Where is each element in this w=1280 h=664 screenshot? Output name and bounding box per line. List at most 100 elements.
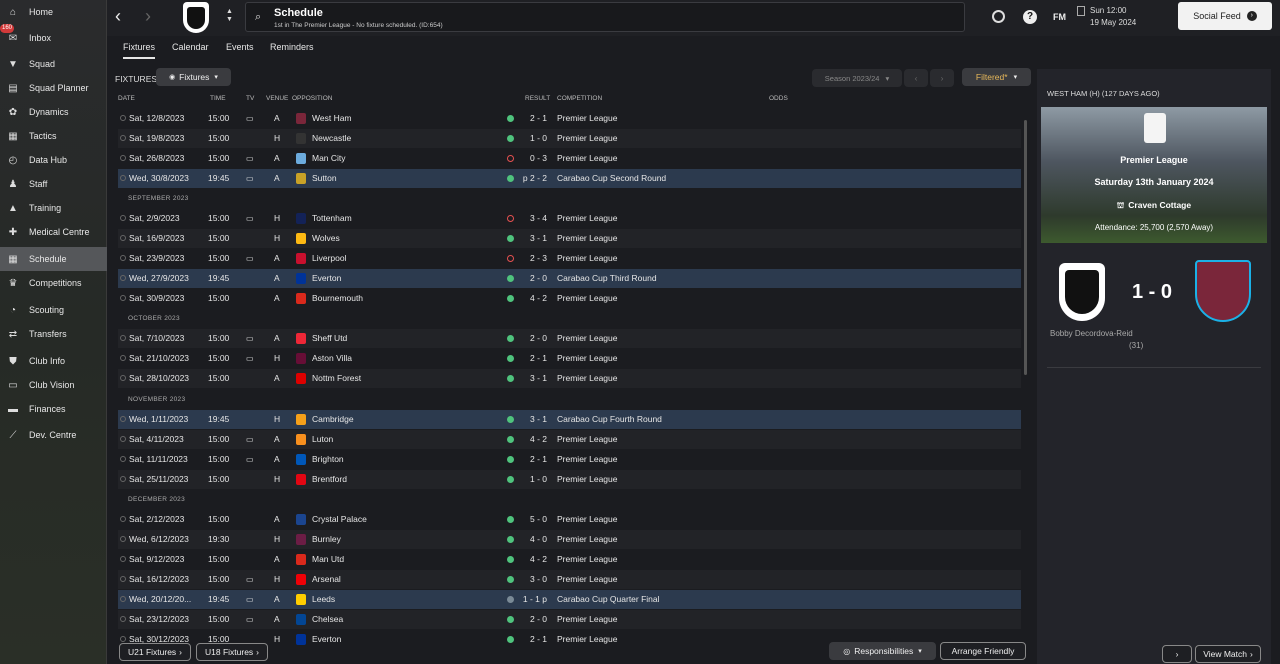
table-row[interactable]: Wed, 1/11/2023 19:45 H Cambridge 3 - 1 Caraba… [118, 410, 1021, 429]
sidebar-item-dynamics[interactable]: ✿ Dynamics [0, 100, 107, 124]
filter-button[interactable]: Filtered* ▾ [962, 68, 1031, 86]
scrollbar[interactable] [1024, 120, 1027, 375]
table-row[interactable]: Wed, 6/12/2023 19:30 H Burnley 4 - 0 Premier … [118, 530, 1021, 549]
col-tv[interactable]: TV [246, 95, 254, 102]
help-icon[interactable]: ? [1023, 10, 1037, 24]
month-header: DECEMBER 2023 [128, 496, 186, 503]
fixture-date: Sat, 25/11/2023 [129, 474, 189, 484]
club-badge-icon[interactable] [992, 10, 1005, 23]
table-row[interactable]: Sat, 4/11/2023 15:00 ▭ A Luton 4 - 2 Premier L… [118, 430, 1021, 449]
sidebar-item-data-hub[interactable]: ◴ Data Hub [0, 148, 107, 172]
table-row[interactable]: Sat, 7/10/2023 15:00 ▭ A Sheff Utd 2 - 0 Premi… [118, 329, 1021, 348]
sidebar-item-home[interactable]: ⌂ Home [0, 0, 107, 24]
fixture-venue: A [274, 173, 280, 183]
view-select[interactable]: ◉ Fixtures ▾ [156, 68, 231, 86]
away-crest[interactable] [1195, 260, 1251, 322]
month-header: SEPTEMBER 2023 [128, 195, 189, 202]
opponent-crest-icon [296, 333, 306, 344]
row-status-icon [120, 235, 126, 241]
fm-logo[interactable]: FM [1053, 12, 1066, 22]
table-row[interactable]: Wed, 27/9/2023 19:45 A Everton 2 - 0 Carabao … [118, 269, 1021, 288]
tab-calendar[interactable]: Calendar [172, 42, 209, 52]
sidebar-item-club-info[interactable]: ⛊ Club Info [0, 349, 107, 373]
sidebar-item-transfers[interactable]: ⇄ Transfers [0, 322, 107, 346]
fixture-result: 2 - 1 [529, 113, 547, 123]
sidebar-item-club-vision[interactable]: ▭ Club Vision [0, 373, 107, 397]
win-result-icon [507, 355, 514, 362]
sidebar-item-inbox[interactable]: ✉ 160 Inbox [0, 24, 107, 50]
tab-events[interactable]: Events [226, 42, 254, 52]
fixture-result: 3 - 0 [529, 574, 547, 584]
table-row[interactable]: Sat, 28/10/2023 15:00 A Nottm Forest 3 - 1 Pr… [118, 369, 1021, 388]
sidebar-item-medical-centre[interactable]: ✚ Medical Centre [0, 220, 107, 244]
view-match-button[interactable]: View Match › [1195, 645, 1261, 663]
tv-icon: ▭ [246, 174, 254, 183]
col-competition[interactable]: COMPETITION [557, 95, 602, 102]
col-odds[interactable]: ODDS [769, 95, 788, 102]
col-result[interactable]: RESULT [525, 95, 550, 102]
col-venue[interactable]: VENUE [266, 95, 288, 102]
home-crest[interactable] [1059, 263, 1105, 321]
sidebar-item-dev-centre[interactable]: ⟋ Dev. Centre [0, 423, 107, 447]
table-row[interactable]: Sat, 23/12/2023 15:00 ▭ A Chelsea 2 - 0 Premie… [118, 610, 1021, 629]
tab-reminders[interactable]: Reminders [270, 42, 314, 52]
club-crest[interactable] [183, 2, 209, 33]
sidebar-item-squad-planner[interactable]: ▤ Squad Planner [0, 76, 107, 100]
row-status-icon [120, 456, 126, 462]
col-opposition[interactable]: OPPOSITION [292, 95, 332, 102]
opponent-crest-icon [296, 253, 306, 264]
fixture-competition: Carabao Cup Fourth Round [557, 414, 662, 424]
scouting-icon: ◔ [9, 304, 17, 316]
sidebar-item-training[interactable]: ▲ Training [0, 196, 107, 220]
table-row[interactable]: Sat, 19/8/2023 15:00 H Newcastle 1 - 0 Premie… [118, 129, 1021, 148]
table-row[interactable]: Sat, 30/9/2023 15:00 A Bournemouth 4 - 2 Prem… [118, 289, 1021, 308]
season-next-button[interactable]: › [930, 69, 954, 87]
table-row[interactable]: Sat, 2/12/2023 15:00 A Crystal Palace 5 - 0 P… [118, 510, 1021, 529]
table-row[interactable]: Sat, 25/11/2023 15:00 H Brentford 1 - 0 Premi… [118, 470, 1021, 489]
table-row[interactable]: Sat, 16/9/2023 15:00 H Wolves 3 - 1 Premier L… [118, 229, 1021, 248]
home-crest-inner [1065, 270, 1099, 314]
u21-fixtures-button[interactable]: U21 Fixtures › [119, 643, 191, 661]
club-switch-icon[interactable]: ▲ ▼ [226, 8, 233, 24]
season-select[interactable]: Season 2023/24 ▾ [812, 69, 902, 87]
win-result-icon [507, 456, 514, 463]
tab-fixtures[interactable]: Fixtures [123, 42, 156, 59]
sidebar-item-staff[interactable]: ♟ Staff [0, 172, 107, 196]
table-row[interactable]: Sat, 23/9/2023 15:00 ▭ A Liverpool 2 - 3 Premi… [118, 249, 1021, 268]
panel-next-button[interactable]: › [1162, 645, 1192, 663]
sidebar-item-tactics[interactable]: ▦ Tactics [0, 124, 107, 148]
continue-button[interactable]: Social Feed › [1178, 2, 1272, 30]
arrange-friendly-button[interactable]: Arrange Friendly [940, 642, 1026, 660]
fixture-venue: H [274, 213, 281, 223]
table-row[interactable]: Wed, 20/12/20... 19:45 ▭ A Leeds 1 - 1 p Carab… [118, 590, 1021, 609]
table-row[interactable]: Sat, 11/11/2023 15:00 ▭ A Brighton 2 - 1 Premi… [118, 450, 1021, 469]
sidebar-item-competitions[interactable]: ♛ Competitions [0, 271, 107, 295]
responsibilities-button[interactable]: ◎ Responsibilities ▾ [829, 642, 936, 660]
fixture-result: 2 - 0 [529, 614, 547, 624]
col-date[interactable]: DATE [118, 95, 135, 102]
responsibilities-label: Responsibilities [854, 646, 914, 656]
table-row[interactable]: Sat, 26/8/2023 15:00 ▭ A Man City 0 - 3 Premie… [118, 149, 1021, 168]
table-row[interactable]: Sat, 16/12/2023 15:00 ▭ H Arsenal 3 - 0 Premie… [118, 570, 1021, 589]
u18-label: U18 Fixtures [204, 647, 254, 657]
table-row[interactable]: Sat, 12/8/2023 15:00 ▭ A West Ham 2 - 1 Premie… [118, 109, 1021, 128]
table-row[interactable]: Sat, 9/12/2023 15:00 A Man Utd 4 - 2 Premier … [118, 550, 1021, 569]
fixture-competition: Premier League [557, 614, 618, 624]
fixture-time: 15:00 [208, 454, 230, 464]
col-time[interactable]: TIME [210, 95, 226, 102]
sidebar-item-scouting[interactable]: ◔ Scouting [0, 298, 107, 322]
sidebar-item-squad[interactable]: ▼ Squad [0, 52, 107, 76]
fixture-result: p 2 - 2 [522, 173, 547, 183]
search-bar[interactable]: ⌕ Schedule 1st in The Premier League - N… [245, 2, 965, 32]
back-arrow-icon[interactable]: ‹ [115, 6, 121, 27]
table-row[interactable]: Wed, 30/8/2023 19:45 ▭ A Sutton p 2 - 2 Caraba… [118, 169, 1021, 188]
sidebar-item-finances[interactable]: ▬ Finances [0, 397, 107, 421]
table-row[interactable]: Sat, 2/9/2023 15:00 ▭ H Tottenham 3 - 4 Premie… [118, 209, 1021, 228]
opponent-crest-icon [296, 173, 306, 184]
table-row[interactable]: Sat, 21/10/2023 15:00 ▭ H Aston Villa 2 - 1 Pr… [118, 349, 1021, 368]
season-prev-button[interactable]: ‹ [904, 69, 928, 87]
u18-fixtures-button[interactable]: U18 Fixtures › [196, 643, 268, 661]
last-match-panel: WEST HAM (H) (127 DAYS AGO) Premier Leag… [1037, 69, 1271, 664]
sidebar-item-schedule[interactable]: ▦ Schedule [0, 247, 107, 271]
forward-arrow-icon[interactable]: › [145, 6, 151, 27]
